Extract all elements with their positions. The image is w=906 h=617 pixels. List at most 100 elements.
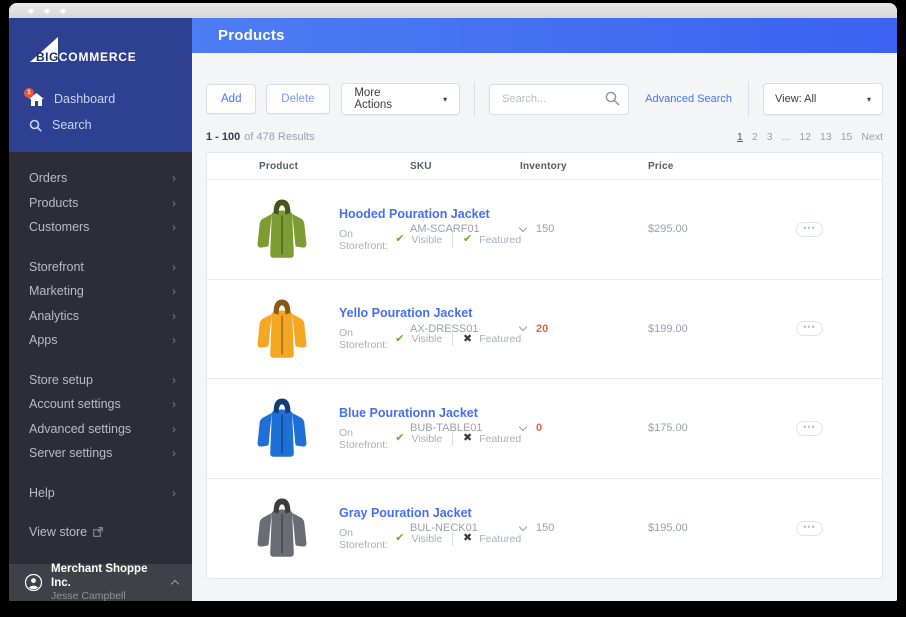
chevron-right-icon: ›	[172, 308, 176, 323]
pagination-page-link[interactable]: 1	[737, 131, 743, 143]
product-image	[257, 299, 307, 358]
sidebar-nav-item[interactable]: Apps ›	[9, 328, 192, 353]
product-name-link[interactable]: Blue Pourationn Jacket	[339, 406, 521, 420]
row-actions-button[interactable]: •••	[796, 520, 823, 536]
sidebar-top-section: BIG COMMERCE 1 Dashboard Search	[9, 18, 192, 152]
bigcommerce-logo: BIG COMMERCE	[29, 37, 192, 64]
row-actions-button[interactable]: •••	[796, 321, 823, 337]
chevron-right-icon: ›	[172, 372, 176, 387]
row-actions-button[interactable]: •••	[796, 221, 823, 237]
pagination-page-link[interactable]: 15	[841, 131, 853, 143]
search-icon[interactable]	[605, 91, 620, 106]
storefront-label: On Storefront:	[339, 227, 389, 252]
sidebar-nav-item[interactable]: Customers ›	[9, 215, 192, 240]
pagination-page-link[interactable]: 3	[767, 131, 773, 143]
merchant-user-name: Jesse Campbell	[51, 590, 126, 601]
visible-label: Visible	[411, 432, 443, 445]
product-image	[257, 199, 307, 258]
results-bar: 1 - 100 of 478 Results 1 2 3... 12 13 15 Next	[206, 131, 883, 143]
sidebar-item-dashboard[interactable]: 1 Dashboard	[24, 86, 192, 112]
product-name-link[interactable]: Hooded Pouration Jacket	[339, 207, 521, 221]
product-name-link[interactable]: Yello Pouration Jacket	[339, 306, 521, 320]
inventory-expander[interactable]: 150	[518, 522, 648, 535]
chevron-right-icon: ›	[172, 397, 176, 412]
product-image	[257, 498, 307, 557]
sidebar-nav-item[interactable]: Analytics ›	[9, 304, 192, 329]
pagination-page-link[interactable]: 13	[820, 131, 832, 143]
account-switcher[interactable]: Merchant Shoppe Inc. Jesse Campbell	[9, 563, 192, 601]
toolbar: Add Delete More Actions ▾ Search... Adva…	[206, 81, 883, 117]
sidebar-nav-item[interactable]: Advanced settings ›	[9, 417, 192, 442]
inventory-expander[interactable]: 0	[518, 422, 648, 434]
pagination-page-link[interactable]: 12	[799, 131, 811, 143]
logo-text-commerce: COMMERCE	[58, 50, 137, 64]
nav-item-label: Store setup	[29, 372, 93, 387]
inventory-value: 150	[536, 522, 555, 535]
product-sku: AX-DRESS01	[410, 322, 479, 335]
toolbar-divider	[748, 81, 749, 117]
visible-check-icon: ✔	[395, 332, 405, 345]
pagination-next-link[interactable]: Next	[861, 131, 883, 143]
product-sku: AM-SCARF01	[410, 223, 480, 236]
caret-down-icon: ▾	[866, 94, 871, 104]
featured-label: Featured	[479, 333, 522, 346]
sidebar-nav-item[interactable]: Store setup ›	[9, 368, 192, 393]
pagination-page-link[interactable]: 2	[752, 131, 758, 143]
nav-group: Storefront › Marketing › Analytics › App…	[9, 255, 192, 353]
chevron-up-icon	[170, 579, 180, 589]
sidebar-nav-item[interactable]: Help ›	[9, 481, 192, 506]
featured-status-icon: ✖	[462, 332, 473, 345]
nav-item-label: Marketing	[29, 284, 84, 299]
sidebar-nav-item[interactable]: Orders ›	[9, 166, 192, 191]
delete-button[interactable]: Delete	[266, 84, 330, 114]
results-range: 1 - 100	[206, 131, 241, 143]
sidebar-nav-item[interactable]: Products ›	[9, 191, 192, 216]
window-control-dot[interactable]	[60, 7, 66, 14]
caret-down-icon: ▾	[443, 94, 448, 104]
chevron-down-icon	[518, 223, 528, 232]
sidebar-item-view-store[interactable]: View store	[9, 520, 192, 545]
notification-badge: 1	[24, 87, 34, 98]
nav-item-label: Analytics	[29, 308, 80, 323]
add-button[interactable]: Add	[206, 84, 257, 114]
chevron-right-icon: ›	[172, 259, 176, 274]
window-control-dot[interactable]	[44, 7, 50, 14]
logo-text-big: BIG	[36, 50, 59, 64]
inventory-value: 20	[536, 322, 549, 335]
more-actions-dropdown[interactable]: More Actions ▾	[341, 83, 461, 115]
nav-item-label: Orders	[29, 171, 68, 186]
sidebar-nav-item[interactable]: Account settings ›	[9, 392, 192, 417]
featured-label: Featured	[479, 532, 522, 545]
nav-item-label: Customers	[29, 220, 90, 235]
page-header: Products	[192, 18, 897, 53]
column-header: Price	[648, 160, 674, 172]
nav-item-label: Advanced settings	[29, 421, 132, 436]
table-row: Gray Pouration Jacket On Storefront: ✔ V…	[207, 479, 882, 579]
table-row: Blue Pourationn Jacket On Storefront: ✔ …	[207, 379, 882, 479]
visible-check-icon: ✔	[395, 432, 405, 445]
nav-group: Orders › Products › Customers ›	[9, 166, 192, 240]
product-sku: BUB-TABLE01	[410, 422, 483, 435]
advanced-search-link[interactable]: Advanced Search	[645, 93, 732, 105]
sidebar-nav-item[interactable]: Marketing ›	[9, 279, 192, 304]
chevron-down-icon	[518, 422, 528, 431]
inventory-expander[interactable]: 150	[518, 223, 648, 236]
chevron-down-icon	[518, 323, 528, 332]
view-store-label: View store	[29, 525, 88, 540]
main-panel: Products Add Delete More Actions ▾ Searc…	[192, 18, 897, 601]
view-filter-select[interactable]: View: All ▾	[763, 83, 883, 115]
product-image	[257, 398, 307, 457]
chevron-right-icon: ›	[172, 485, 176, 500]
sidebar-nav-item[interactable]: Storefront ›	[9, 255, 192, 280]
product-name-link[interactable]: Gray Pouration Jacket	[339, 506, 521, 520]
inventory-value: 150	[536, 223, 555, 236]
row-actions-button[interactable]: •••	[796, 420, 823, 436]
sidebar-item-search[interactable]: Search	[29, 112, 192, 138]
user-avatar-icon	[25, 574, 42, 591]
window-control-dot[interactable]	[28, 7, 34, 14]
storefront-label: On Storefront:	[339, 426, 389, 451]
table-header-row: Product SKU Inventory Price	[207, 153, 882, 180]
storefront-label: On Storefront:	[339, 327, 389, 352]
sidebar-nav-item[interactable]: Server settings ›	[9, 441, 192, 466]
inventory-expander[interactable]: 20	[518, 322, 648, 335]
